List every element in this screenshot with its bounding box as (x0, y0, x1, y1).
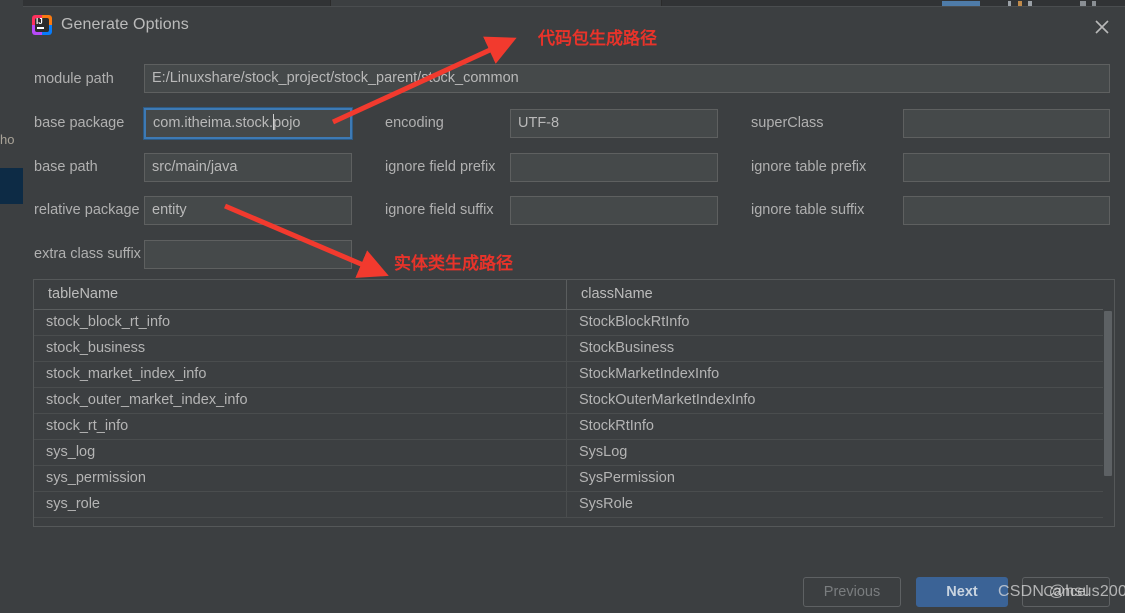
screen: ho IJ Generate Options module path E:/Li… (0, 0, 1125, 613)
cell-classname: StockOuterMarketIndexInfo (579, 392, 756, 408)
label-base-path: base path (34, 159, 98, 175)
close-icon[interactable] (1086, 13, 1118, 41)
table-row[interactable]: sys_log SysLog (34, 440, 1114, 466)
background-left-panel (0, 0, 23, 613)
previous-button[interactable]: Previous (803, 577, 901, 607)
table-row[interactable]: stock_business StockBusiness (34, 336, 1114, 362)
cell-classname: SysRole (579, 496, 633, 512)
table-body: stock_block_rt_info StockBlockRtInfo stock… (34, 310, 1114, 518)
cell-classname: SysLog (579, 444, 628, 460)
superclass-input[interactable] (903, 109, 1110, 138)
encoding-input[interactable]: UTF-8 (510, 109, 718, 138)
cell-tablename: sys_permission (34, 466, 567, 491)
cell-tablename: stock_rt_info (34, 414, 567, 439)
table-row[interactable]: stock_rt_info StockRtInfo (34, 414, 1114, 440)
label-encoding: encoding (385, 115, 444, 131)
table-row[interactable]: sys_permission SysPermission (34, 466, 1114, 492)
cell-classname: SysPermission (579, 470, 675, 486)
base-path-input[interactable]: src/main/java (144, 153, 352, 182)
generate-options-dialog: IJ Generate Options module path E:/Linux… (23, 6, 1125, 613)
label-ignore-table-prefix: ignore table prefix (751, 159, 867, 175)
base-package-value-tail: pojo (273, 115, 301, 131)
cell-tablename: sys_role (34, 492, 567, 517)
extra-class-suffix-input[interactable] (144, 240, 352, 269)
table-row[interactable]: stock_market_index_info StockMarketIndexI… (34, 362, 1114, 388)
table-row[interactable]: stock_outer_market_index_info StockOuterM… (34, 388, 1114, 414)
background-selected-row (0, 168, 23, 204)
dialog-title: Generate Options (61, 16, 189, 33)
cell-tablename: stock_market_index_info (34, 362, 567, 387)
next-button[interactable]: Next (916, 577, 1008, 607)
label-extra-class-suffix: extra class suffix (34, 246, 141, 262)
ignore-field-prefix-input[interactable] (510, 153, 718, 182)
background-edge-text: ho (0, 132, 15, 147)
cell-tablename: sys_log (34, 440, 567, 465)
table-scrollbar-thumb[interactable] (1104, 311, 1112, 476)
cell-classname: StockBusiness (579, 340, 675, 356)
base-package-input[interactable]: com.itheima.stock.pojo (143, 107, 353, 140)
cell-classname: StockBlockRtInfo (579, 314, 690, 330)
label-ignore-field-suffix: ignore field suffix (385, 202, 494, 218)
csdn-watermark: CSDN @hsus2007 (998, 583, 1125, 600)
cell-classname: StockRtInfo (579, 418, 654, 434)
label-module-path: module path (34, 71, 114, 87)
base-package-value-head: com.itheima.stock. (153, 115, 274, 131)
label-superclass: superClass (751, 115, 824, 131)
cell-classname: StockMarketIndexInfo (579, 366, 720, 382)
annotation-entity-path: 实体类生成路径 (394, 254, 513, 274)
ignore-field-suffix-input[interactable] (510, 196, 718, 225)
label-ignore-table-suffix: ignore table suffix (751, 202, 865, 218)
table-row[interactable]: sys_role SysRole (34, 492, 1114, 518)
annotation-package-path: 代码包生成路径 (538, 29, 657, 49)
module-path-input[interactable]: E:/Linuxshare/stock_project/stock_parent… (144, 64, 1110, 93)
relative-package-input[interactable]: entity (144, 196, 352, 225)
table-row[interactable]: stock_block_rt_info StockBlockRtInfo (34, 310, 1114, 336)
label-ignore-field-prefix: ignore field prefix (385, 159, 496, 175)
label-relative-package: relative package (34, 202, 140, 218)
table-header-row: tableName className (34, 280, 1114, 310)
cell-tablename: stock_outer_market_index_info (34, 388, 567, 413)
cell-tablename: stock_business (34, 336, 567, 361)
label-base-package: base package (34, 115, 125, 131)
intellij-idea-icon: IJ (32, 15, 52, 35)
ignore-table-suffix-input[interactable] (903, 196, 1110, 225)
tables-list[interactable]: tableName className stock_block_rt_info S… (33, 279, 1115, 527)
column-header-tablename[interactable]: tableName (34, 280, 567, 309)
ignore-table-prefix-input[interactable] (903, 153, 1110, 182)
cell-tablename: stock_block_rt_info (34, 310, 567, 335)
column-header-classname[interactable]: className (567, 280, 1114, 309)
